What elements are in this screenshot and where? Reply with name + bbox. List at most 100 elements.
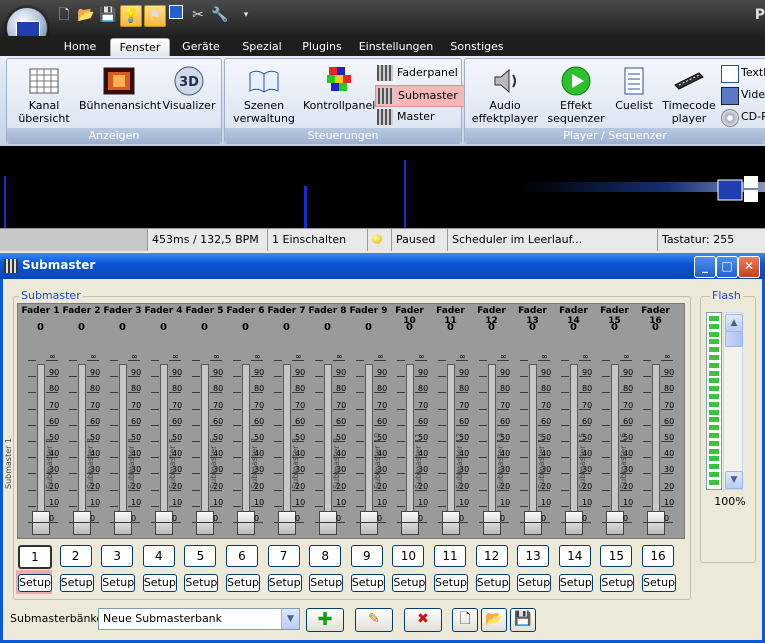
lamp-icon[interactable]: 💡 <box>120 5 142 27</box>
setup-button[interactable]: Setup <box>267 574 302 592</box>
fader-track[interactable] <box>283 364 291 531</box>
fader-track[interactable] <box>324 364 332 531</box>
minimize-button[interactable]: _ <box>694 256 716 278</box>
fader-knob[interactable] <box>647 511 665 535</box>
fader-knob[interactable] <box>32 511 50 535</box>
fader-knob[interactable] <box>360 511 378 535</box>
fader-select-button[interactable]: 4 <box>142 545 175 567</box>
tools-icon[interactable]: ✂ <box>188 5 208 25</box>
fader-select-button[interactable]: 14 <box>558 545 591 567</box>
audioeffektplayer-button[interactable]: Audio effektplayer <box>467 65 543 125</box>
timecodeplayer-button[interactable]: Timecode player <box>659 65 719 125</box>
fader-knob[interactable] <box>483 511 501 535</box>
fader-select-button[interactable]: 6 <box>226 545 258 567</box>
kanaluebersicht-button[interactable]: Kanal übersicht <box>9 65 79 125</box>
flag-icon[interactable]: ⚑ <box>144 5 166 27</box>
fader-track[interactable] <box>78 364 86 531</box>
new-bank-file-button[interactable]: 🗋 <box>452 608 478 632</box>
fader-track[interactable] <box>242 364 250 531</box>
fader-select-button[interactable]: 8 <box>309 545 342 567</box>
flash-scrollbar[interactable]: ▲ ▼ <box>723 312 743 490</box>
setup-button[interactable]: Setup <box>475 574 510 592</box>
open-folder-icon[interactable]: 📂 <box>76 5 96 25</box>
fader-track[interactable] <box>488 364 496 531</box>
setup-button[interactable]: Setup <box>517 574 552 592</box>
fader-track[interactable] <box>37 364 45 531</box>
save-bank-file-button[interactable]: 💾 <box>510 608 536 632</box>
setup-button[interactable]: Setup <box>558 574 593 592</box>
setup-button[interactable]: Setup <box>101 574 136 592</box>
setup-button[interactable]: Setup <box>434 574 468 592</box>
fader-select-button[interactable]: 16 <box>642 545 674 567</box>
fader-track[interactable] <box>570 364 578 531</box>
buehnenansicht-button[interactable]: Bühnenansicht <box>79 65 161 112</box>
fader-knob[interactable] <box>196 511 214 535</box>
fader-track[interactable] <box>160 364 168 531</box>
scroll-thumb[interactable] <box>725 331 743 347</box>
open-bank-file-button[interactable]: 📂 <box>481 608 507 632</box>
cd-player-button[interactable]: CD-Pl <box>719 107 765 127</box>
fader-select-button[interactable]: 3 <box>101 545 134 567</box>
fader-select-button[interactable]: 1 <box>18 545 52 569</box>
tab-plugins[interactable]: Plugins <box>296 38 348 56</box>
tab-home[interactable]: Home <box>56 38 104 56</box>
textbox-button[interactable]: Textb <box>719 63 765 83</box>
add-bank-button[interactable]: ✚ <box>306 608 344 632</box>
wrench-icon[interactable]: 🔧 <box>210 5 230 25</box>
edit-bank-button[interactable]: ✎ <box>355 608 393 632</box>
setup-button[interactable]: Setup <box>184 574 219 592</box>
fader-track[interactable] <box>529 364 537 531</box>
fader-track[interactable] <box>406 364 414 531</box>
setup-button[interactable]: Setup <box>392 574 427 592</box>
effektsequenzer-button[interactable]: Effekt sequenzer <box>543 65 609 125</box>
setup-button[interactable]: Setup <box>142 574 177 592</box>
fader-knob[interactable] <box>565 511 583 535</box>
fader-track[interactable] <box>447 364 455 531</box>
fader-knob[interactable] <box>524 511 542 535</box>
fader-select-button[interactable]: 5 <box>184 545 217 567</box>
maximize-button[interactable]: □ <box>716 256 738 278</box>
fader-select-button[interactable]: 10 <box>392 545 425 567</box>
fader-knob[interactable] <box>442 511 460 535</box>
delete-bank-button[interactable]: ✖ <box>404 608 442 632</box>
setup-button[interactable]: Setup <box>59 574 94 592</box>
cuelist-button[interactable]: Cuelist <box>609 65 659 112</box>
fader-knob[interactable] <box>278 511 296 535</box>
new-file-icon[interactable]: 🗋 <box>54 5 74 25</box>
fader-select-button[interactable]: 2 <box>59 545 92 567</box>
tab-geraete[interactable]: Geräte <box>174 38 228 56</box>
qat-dropdown-icon[interactable]: ▾ <box>236 5 256 25</box>
save-icon[interactable]: 💾 <box>98 5 118 25</box>
fader-knob[interactable] <box>401 511 419 535</box>
fader-knob[interactable] <box>606 511 624 535</box>
fader-knob[interactable] <box>73 511 91 535</box>
setup-button[interactable]: Setup <box>600 574 635 592</box>
blue-square-icon[interactable] <box>166 5 186 25</box>
video-button[interactable]: Video <box>719 85 765 105</box>
fader-track[interactable] <box>365 364 373 531</box>
setup-button[interactable]: Setup <box>226 574 260 592</box>
fader-knob[interactable] <box>114 511 132 535</box>
fader-track[interactable] <box>611 364 619 531</box>
tab-spezial[interactable]: Spezial <box>234 38 290 56</box>
fader-select-button[interactable]: 15 <box>600 545 633 567</box>
fader-select-button[interactable]: 12 <box>475 545 508 567</box>
fader-knob[interactable] <box>237 511 255 535</box>
setup-button[interactable]: Setup <box>18 574 52 592</box>
setup-button[interactable]: Setup <box>642 574 676 592</box>
window-title-bar[interactable]: Submaster _ □ ✕ <box>0 253 765 279</box>
scroll-down-icon[interactable]: ▼ <box>725 471 743 489</box>
master-button[interactable]: Master <box>375 107 477 127</box>
setup-button[interactable]: Setup <box>309 574 344 592</box>
fader-knob[interactable] <box>319 511 337 535</box>
fader-track[interactable] <box>652 364 660 531</box>
chevron-down-icon[interactable]: ▼ <box>281 609 299 629</box>
fader-track[interactable] <box>119 364 127 531</box>
fader-select-button[interactable]: 13 <box>517 545 550 567</box>
scroll-up-icon[interactable]: ▲ <box>725 314 743 332</box>
faderpanel-button[interactable]: Faderpanel <box>375 63 477 83</box>
visualizer-button[interactable]: 3D Visualizer <box>159 65 219 112</box>
fader-track[interactable] <box>201 364 209 531</box>
fader-select-button[interactable]: 11 <box>434 545 466 567</box>
tab-einstellungen[interactable]: Einstellungen <box>354 38 438 56</box>
